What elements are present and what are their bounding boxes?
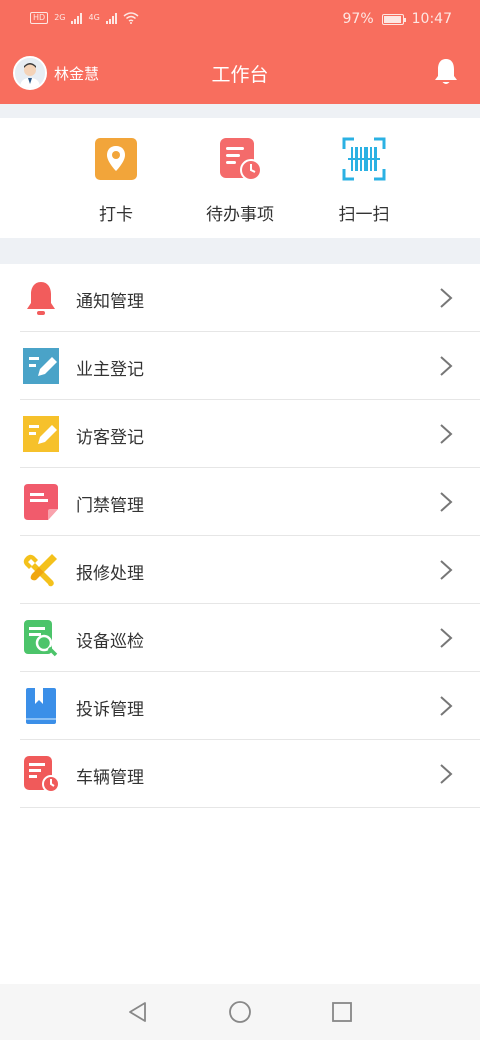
- status-bar: HD 2G 4G 97% 10:47: [0, 0, 480, 40]
- menu-item-label: 设备巡检: [76, 632, 144, 652]
- signal-label-2: 4G: [88, 13, 100, 22]
- menu-list: 通知管理 业主登记 访客登记 门禁管理 报修处理 设备巡检 投诉管理 车辆管理: [0, 264, 480, 808]
- system-nav-bar: [0, 984, 480, 1040]
- back-icon[interactable]: [126, 1000, 150, 1024]
- signal-label-1: 2G: [54, 13, 66, 22]
- chevron-right-icon: [440, 424, 453, 444]
- wifi-icon: [123, 12, 139, 24]
- menu-item-label: 投诉管理: [76, 700, 144, 720]
- document-icon: [24, 484, 58, 520]
- todo-clock-icon: [220, 138, 262, 181]
- section-gap: [0, 104, 480, 118]
- signal-bars-icon: [105, 12, 117, 24]
- status-right: 97% 10:47: [343, 11, 452, 27]
- clock: 10:47: [411, 11, 452, 27]
- bookmark-book-icon: [26, 688, 56, 724]
- location-pin-icon: [95, 138, 137, 180]
- signal-bars-icon: [71, 12, 83, 24]
- wrench-screwdriver-icon: [23, 554, 57, 587]
- quick-action-label: 扫一扫: [338, 205, 390, 225]
- menu-item-label: 门禁管理: [76, 496, 144, 516]
- menu-item-label: 通知管理: [76, 292, 144, 312]
- network-indicators: HD 2G 4G: [30, 12, 139, 24]
- quick-action-label: 打卡: [99, 205, 133, 225]
- quick-action-todo[interactable]: 待办事项: [190, 136, 290, 225]
- menu-item-visitor-register[interactable]: 访客登记: [20, 400, 480, 468]
- document-search-icon: [24, 620, 58, 657]
- chevron-right-icon: [440, 696, 453, 716]
- barcode-scan-icon: [342, 137, 386, 181]
- section-gap: [0, 238, 480, 264]
- menu-item-access-control[interactable]: 门禁管理: [20, 468, 480, 536]
- chevron-right-icon: [440, 560, 453, 580]
- menu-item-repair[interactable]: 报修处理: [20, 536, 480, 604]
- chevron-right-icon: [440, 288, 453, 308]
- chevron-right-icon: [440, 356, 453, 376]
- home-icon[interactable]: [228, 1000, 252, 1024]
- menu-item-label: 访客登记: [76, 428, 144, 448]
- document-clock-icon: [24, 756, 60, 793]
- menu-item-label: 报修处理: [76, 564, 144, 584]
- menu-item-owner-register[interactable]: 业主登记: [20, 332, 480, 400]
- quick-action-label: 待办事项: [206, 205, 274, 225]
- menu-item-vehicle[interactable]: 车辆管理: [20, 740, 480, 808]
- battery-percent: 97%: [342, 11, 374, 27]
- app-header: HD 2G 4G 97% 10:47 林金慧 工作台: [0, 0, 480, 104]
- chevron-right-icon: [440, 764, 453, 784]
- menu-item-equipment-inspection[interactable]: 设备巡检: [20, 604, 480, 672]
- bell-icon[interactable]: [432, 57, 460, 87]
- menu-item-label: 业主登记: [76, 360, 144, 380]
- hd-badge: HD: [30, 12, 49, 24]
- quick-actions: 打卡 待办事项 扫一扫: [0, 118, 480, 238]
- quick-action-scan[interactable]: 扫一扫: [314, 136, 414, 225]
- edit-note-icon: [23, 348, 59, 384]
- recents-icon[interactable]: [330, 1000, 354, 1024]
- menu-item-notice[interactable]: 通知管理: [20, 264, 480, 332]
- quick-action-checkin[interactable]: 打卡: [66, 136, 166, 225]
- bell-icon: [27, 282, 55, 315]
- menu-item-label: 车辆管理: [76, 768, 144, 788]
- battery-icon: [381, 13, 406, 25]
- chevron-right-icon: [440, 628, 453, 648]
- chevron-right-icon: [440, 492, 453, 512]
- page-title: 工作台: [211, 64, 269, 86]
- menu-item-complaint[interactable]: 投诉管理: [20, 672, 480, 740]
- edit-note-icon: [23, 416, 59, 452]
